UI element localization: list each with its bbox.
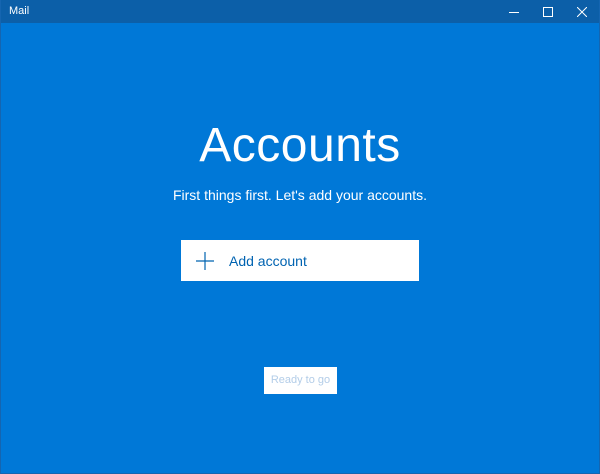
mail-window: Mail Accounts First things first. Let's … <box>0 0 600 474</box>
plus-icon <box>196 251 214 270</box>
add-account-button[interactable]: Add account <box>181 240 419 281</box>
minimize-button[interactable] <box>497 0 531 23</box>
window-controls <box>497 0 599 23</box>
ready-to-go-button[interactable]: Ready to go <box>264 367 337 394</box>
title-bar[interactable]: Mail <box>1 0 599 23</box>
minimize-icon <box>509 11 519 13</box>
close-button[interactable] <box>565 0 599 23</box>
maximize-button[interactable] <box>531 0 565 23</box>
page-title: Accounts <box>199 119 401 172</box>
window-title: Mail <box>9 5 30 17</box>
maximize-icon <box>543 6 553 17</box>
add-account-label: Add account <box>229 252 307 269</box>
close-icon <box>577 6 587 17</box>
page-subtitle: First things first. Let's add your accou… <box>172 187 427 203</box>
